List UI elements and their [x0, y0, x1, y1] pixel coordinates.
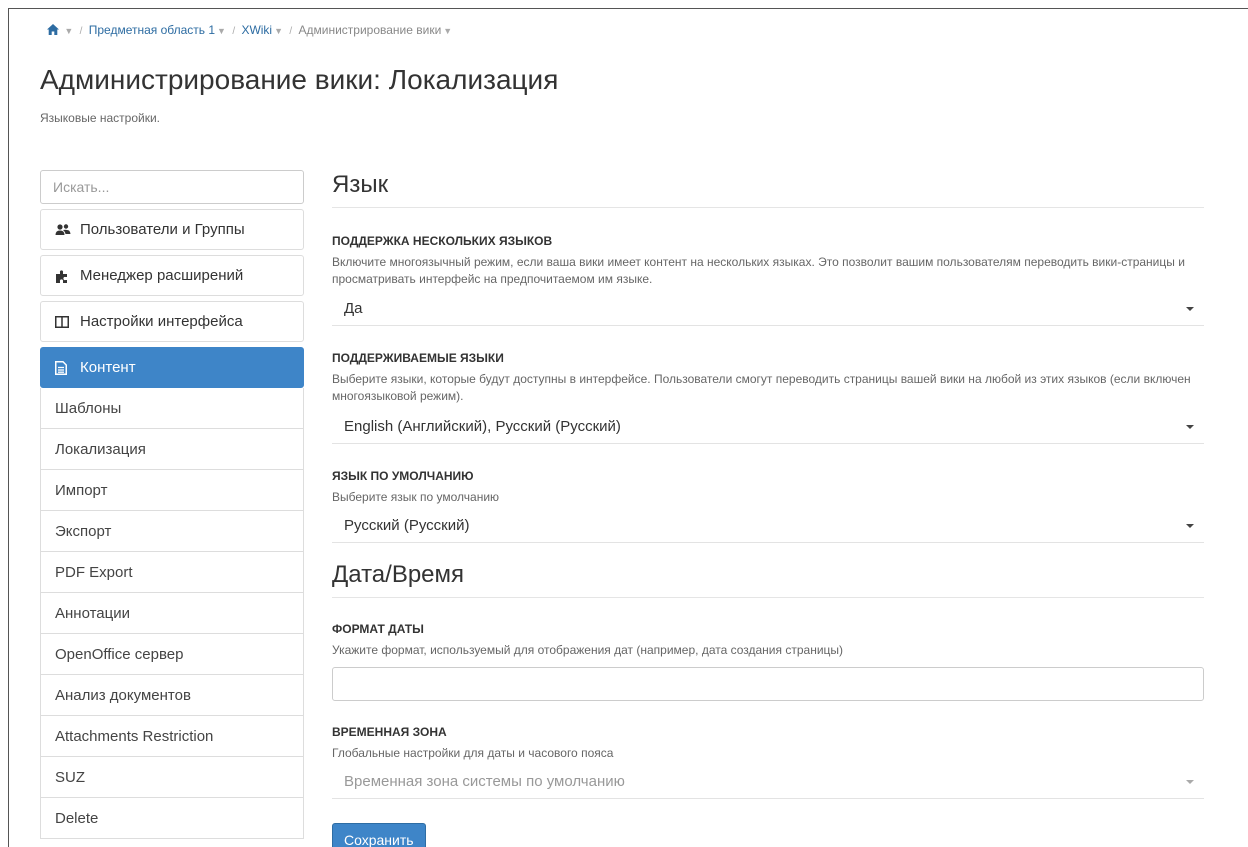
field-date-format: ФОРМАТ ДАТЫ Укажите формат, используемый… [332, 622, 1204, 701]
supported-languages-select[interactable]: English (Английский), Русский (Русский) [332, 410, 1204, 444]
select-value: English (Английский), Русский (Русский) [344, 418, 621, 435]
caret-down-icon [1186, 523, 1194, 528]
divider [332, 597, 1204, 598]
page-hint: Языковые настройки. [40, 111, 160, 125]
field-label: ФОРМАТ ДАТЫ [332, 622, 424, 636]
sidebar-item-label: Настройки интерфейса [80, 313, 243, 330]
select-value: Временная зона системы по умолчанию [344, 773, 625, 790]
field-label: ЯЗЫК ПО УМОЛЧАНИЮ [332, 469, 474, 483]
caret-down-icon [1186, 306, 1194, 311]
chevron-down-icon[interactable]: ▼ [217, 26, 226, 36]
section-title-datetime: Дата/Время [332, 561, 465, 588]
home-icon[interactable] [47, 23, 62, 37]
app-frame: ▼ / Предметная область 1 ▼ / XWiki ▼ / Адм… [8, 8, 1248, 847]
sidebar-subitem-templates[interactable]: Шаблоны [40, 388, 304, 429]
field-default-language: ЯЗЫК ПО УМОЛЧАНИЮ Выберите язык по умолч… [332, 469, 1204, 543]
users-icon [55, 222, 71, 238]
field-hint: Глобальные настройки для даты и часового… [332, 746, 614, 760]
admin-sidebar: Пользователи и Группы Менеджер расширени… [40, 170, 304, 839]
sidebar-subitem-openoffice[interactable]: OpenOffice сервер [40, 634, 304, 675]
settings-form: Язык ПОДДЕРЖКА НЕСКОЛЬКИХ ЯЗЫКОВ Включит… [332, 169, 1204, 847]
chevron-down-icon[interactable]: ▼ [274, 26, 283, 36]
sidebar-subitem-localization[interactable]: Локализация [40, 429, 304, 470]
caret-down-icon [1186, 779, 1194, 784]
columns-icon [55, 314, 71, 330]
sidebar-subitem-export[interactable]: Экспорт [40, 511, 304, 552]
sidebar-item-users-groups[interactable]: Пользователи и Группы [40, 209, 304, 250]
section-title-language: Язык [332, 171, 389, 198]
sidebar-subitem-suz[interactable]: SUZ [40, 757, 304, 798]
field-hint: Выберите язык по умолчанию [332, 490, 500, 504]
chevron-down-icon[interactable]: ▼ [443, 26, 452, 36]
sidebar-item-content[interactable]: Контент [40, 347, 304, 388]
save-button[interactable]: Сохранить [332, 823, 426, 847]
field-label: ПОДДЕРЖКА НЕСКОЛЬКИХ ЯЗЫКОВ [332, 234, 553, 248]
sidebar-subitem-attachments-restriction[interactable]: Attachments Restriction [40, 716, 304, 757]
sidebar-item-label: Пользователи и Группы [80, 221, 245, 238]
default-language-select[interactable]: Русский (Русский) [332, 509, 1204, 543]
field-multilingual: ПОДДЕРЖКА НЕСКОЛЬКИХ ЯЗЫКОВ Включите мно… [332, 234, 1204, 326]
multilingual-select[interactable]: Да [332, 292, 1204, 326]
sidebar-item-extension-manager[interactable]: Менеджер расширений [40, 255, 304, 296]
field-timezone: ВРЕМЕННАЯ ЗОНА Глобальные настройки для … [332, 725, 1204, 799]
sidebar-subitem-import[interactable]: Импорт [40, 470, 304, 511]
breadcrumb-xwiki[interactable]: XWiki [241, 23, 272, 37]
field-label: ПОДДЕРЖИВАЕМЫЕ ЯЗЫКИ [332, 351, 504, 365]
field-supported-languages: ПОДДЕРЖИВАЕМЫЕ ЯЗЫКИ Выберите языки, кот… [332, 351, 1204, 444]
page-title: Администрирование вики: Локализация [40, 64, 559, 95]
sidebar-subitem-delete[interactable]: Delete [40, 798, 304, 839]
sidebar-subitem-document-analysis[interactable]: Анализ документов [40, 675, 304, 716]
search-input[interactable] [40, 170, 304, 204]
timezone-select[interactable]: Временная зона системы по умолчанию [332, 765, 1204, 799]
sidebar-subitem-pdf-export[interactable]: PDF Export [40, 552, 304, 593]
breadcrumb-space[interactable]: Предметная область 1 [89, 23, 215, 37]
field-label: ВРЕМЕННАЯ ЗОНА [332, 725, 447, 739]
chevron-down-icon[interactable]: ▼ [64, 26, 73, 36]
puzzle-icon [55, 268, 71, 284]
sidebar-item-look-and-feel[interactable]: Настройки интерфейса [40, 301, 304, 342]
breadcrumb: ▼ / Предметная область 1 ▼ / XWiki ▼ / Адм… [47, 23, 452, 37]
field-hint: Выберите языки, которые будут доступны в… [332, 372, 1191, 403]
sidebar-subitem-annotations[interactable]: Аннотации [40, 593, 304, 634]
select-value: Да [344, 300, 363, 317]
divider [332, 207, 1204, 208]
breadcrumb-current: Администрирование вики [298, 23, 442, 37]
sidebar-item-label: Контент [80, 359, 136, 376]
date-format-input[interactable] [332, 667, 1204, 701]
sidebar-item-label: Менеджер расширений [80, 267, 244, 284]
field-hint: Укажите формат, используемый для отображ… [332, 643, 844, 657]
document-icon [55, 360, 71, 376]
field-hint: Включите многоязычный режим, если ваша в… [332, 255, 1185, 286]
select-value: Русский (Русский) [344, 517, 470, 534]
caret-down-icon [1186, 424, 1194, 429]
